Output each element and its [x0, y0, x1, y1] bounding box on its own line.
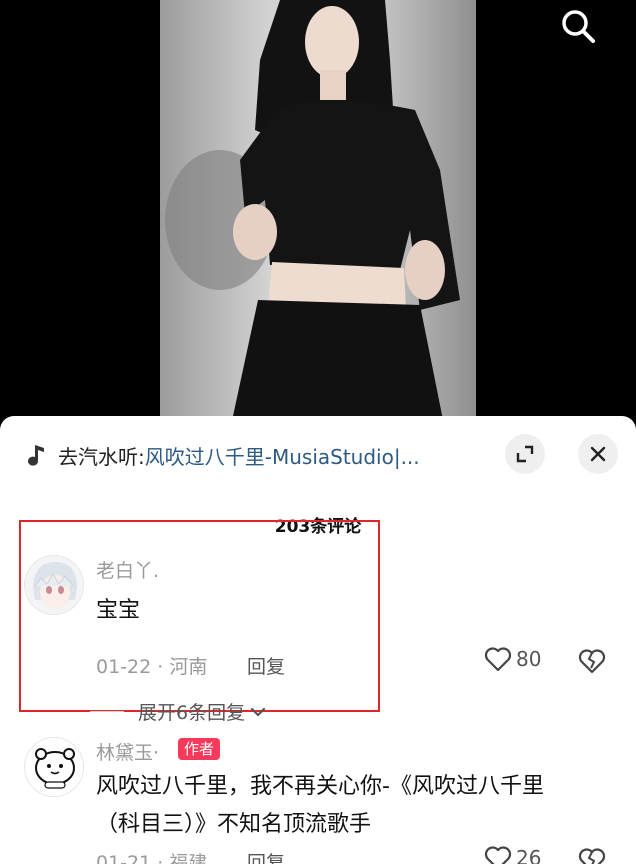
- like-button[interactable]: 26: [484, 845, 541, 864]
- like-count: 80: [516, 647, 542, 671]
- avatar[interactable]: [24, 555, 84, 615]
- broken-heart-icon: [578, 649, 606, 674]
- comment-text-line: （科目三）》不知名顶流歌手: [96, 812, 372, 837]
- music-note-icon: [28, 445, 44, 466]
- dislike-button[interactable]: [578, 648, 606, 678]
- divider: [90, 711, 124, 712]
- comment-text: 宝宝: [96, 598, 141, 623]
- reply-button[interactable]: 回复: [247, 652, 285, 679]
- comment-meta: 01-21 · 福建: [96, 852, 208, 864]
- music-link[interactable]: 去汽水听: 风吹过八千里-MusiaStudio|...: [24, 438, 420, 472]
- comment-text-line: 风吹过八千里，我不再关心你-《风吹过八千里: [96, 774, 544, 799]
- search-button[interactable]: [558, 6, 598, 46]
- search-icon: [562, 10, 595, 43]
- comment-meta: 01-22 · 河南: [96, 656, 208, 678]
- fullscreen-icon: [516, 445, 534, 463]
- music-song-title[interactable]: 风吹过八千里-MusiaStudio|...: [145, 441, 420, 470]
- expand-replies-button[interactable]: 展开6条回复: [90, 698, 267, 725]
- video-player[interactable]: [0, 0, 636, 430]
- comment-sheet: 去汽水听: 风吹过八千里-MusiaStudio|... 203条评论 老白丫.…: [0, 416, 636, 864]
- comment-text: 风吹过八千里，我不再关心你-《风吹过八千里 （科目三）》不知名顶流歌手: [96, 768, 544, 844]
- heart-icon: [484, 647, 512, 672]
- expand-replies-label: 展开6条回复: [138, 702, 246, 724]
- comment-username[interactable]: 老白丫.: [96, 556, 159, 583]
- broken-heart-icon: [578, 848, 606, 864]
- heart-icon: [484, 846, 512, 864]
- like-count: 26: [516, 846, 542, 864]
- video-frame[interactable]: [160, 0, 476, 430]
- chevron-down-icon: [250, 707, 266, 717]
- dislike-button[interactable]: [578, 847, 606, 864]
- music-prefix: 去汽水听:: [58, 444, 145, 469]
- fullscreen-button[interactable]: [505, 434, 545, 474]
- highlight-annotation: [19, 520, 380, 712]
- avatar[interactable]: [24, 737, 84, 797]
- video-thumbnail-figure: [165, 0, 460, 430]
- author-badge: 作者: [178, 738, 221, 760]
- reply-button[interactable]: 回复: [247, 848, 285, 864]
- like-button[interactable]: 80: [484, 646, 541, 672]
- close-button[interactable]: [578, 434, 618, 474]
- close-icon: [590, 446, 606, 462]
- comment-username[interactable]: 林黛玉·: [96, 738, 159, 765]
